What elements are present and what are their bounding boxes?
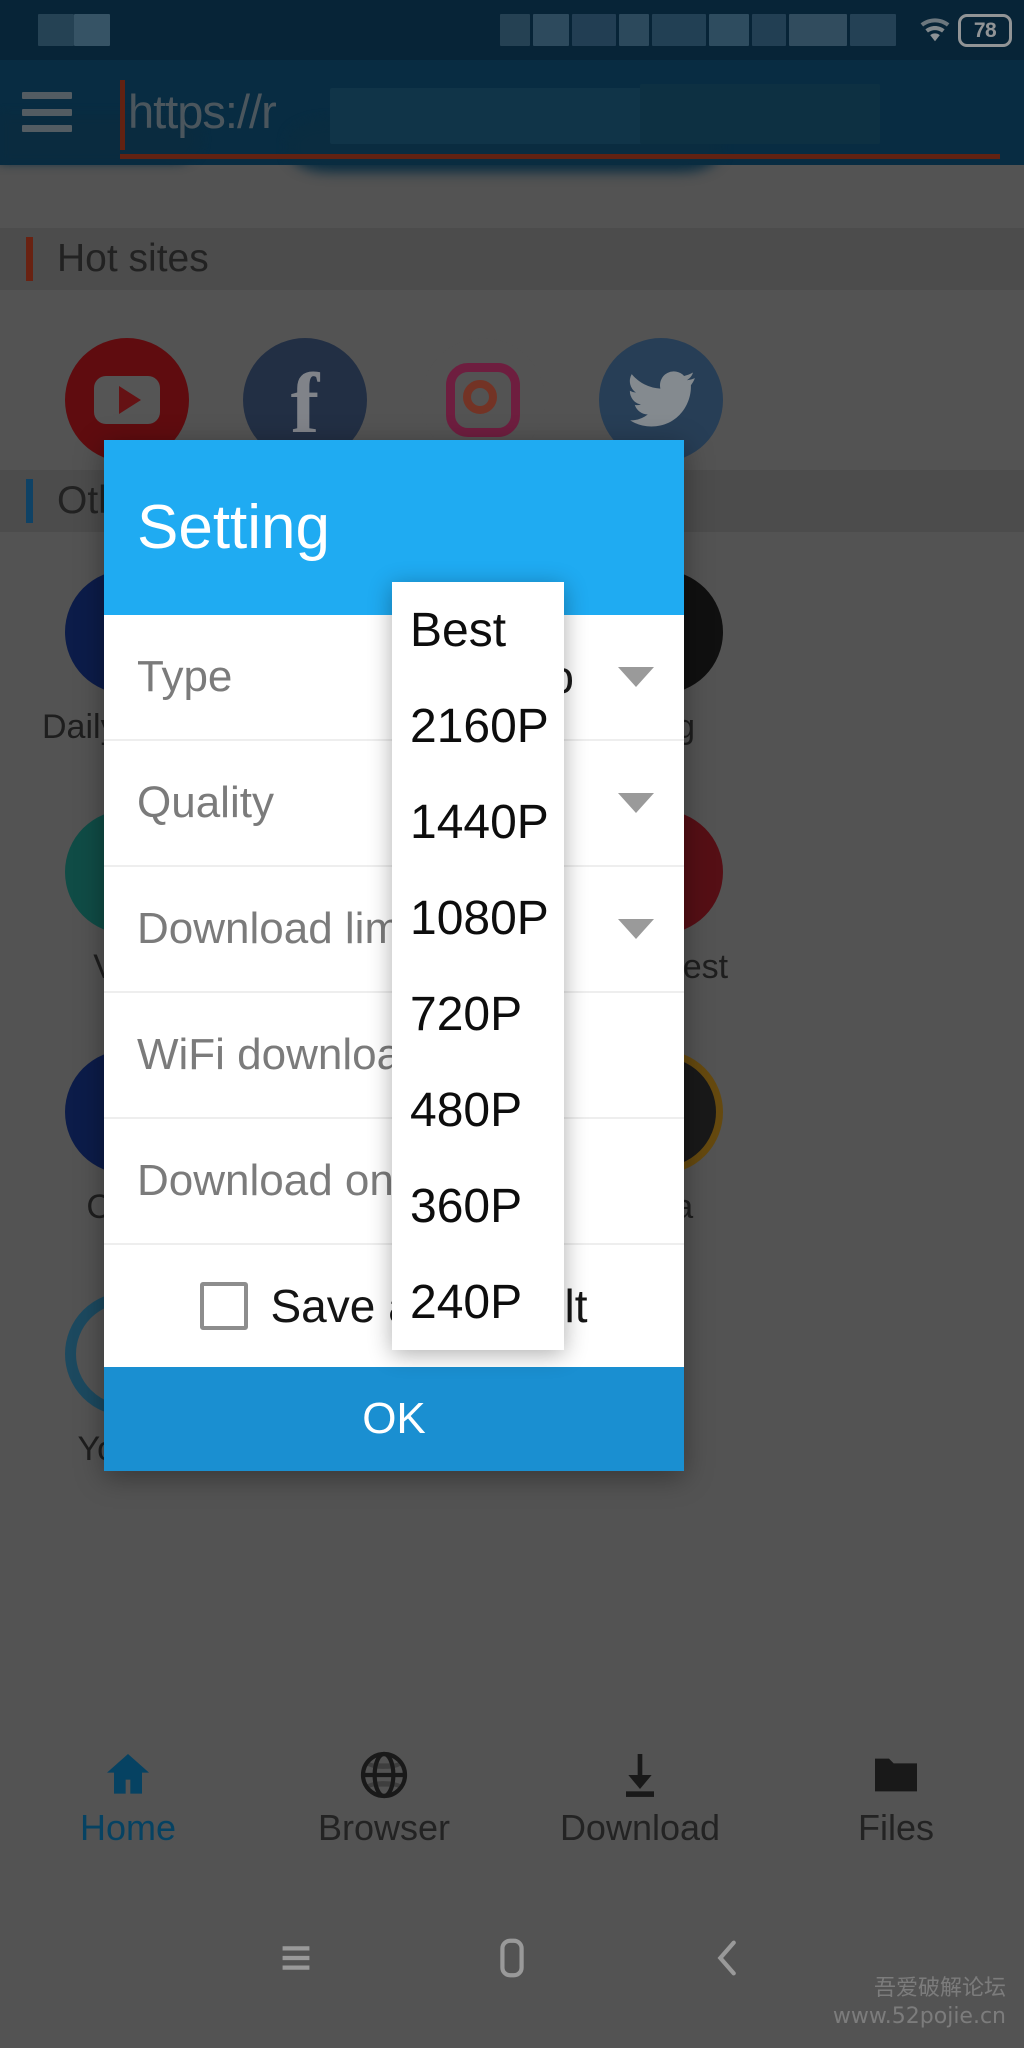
dialog-actions: OK: [104, 1367, 684, 1471]
save-as-default-checkbox[interactable]: [200, 1282, 249, 1330]
chevron-down-icon[interactable]: [618, 667, 654, 687]
dropdown-option-best[interactable]: Best: [392, 582, 564, 678]
quality-dropdown-list[interactable]: Best 2160P 1440P 1080P 720P 480P 360P 24…: [392, 582, 564, 1350]
chevron-down-icon[interactable]: [618, 919, 654, 939]
dropdown-option-240p[interactable]: 240P: [392, 1254, 564, 1350]
row-label: Type: [137, 652, 233, 701]
dropdown-option-480p[interactable]: 480P: [392, 1062, 564, 1158]
dropdown-option-360p[interactable]: 360P: [392, 1158, 564, 1254]
chevron-down-icon[interactable]: [618, 793, 654, 813]
dropdown-option-1440p[interactable]: 1440P: [392, 774, 564, 870]
ok-button[interactable]: OK: [362, 1394, 426, 1444]
row-label: Quality: [137, 778, 274, 827]
dropdown-option-1080p[interactable]: 1080P: [392, 870, 564, 966]
dropdown-option-720p[interactable]: 720P: [392, 966, 564, 1062]
row-label: Download limit: [137, 904, 424, 953]
dropdown-option-2160p[interactable]: 2160P: [392, 678, 564, 774]
dialog-title: Setting: [137, 493, 331, 562]
